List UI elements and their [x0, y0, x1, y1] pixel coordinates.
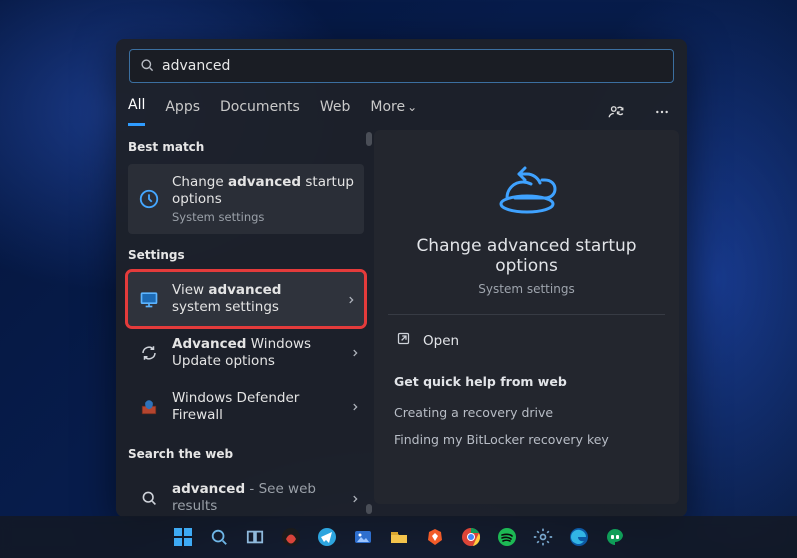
- chevron-right-icon: [350, 397, 360, 416]
- result-title: Change advanced startup options System s…: [172, 174, 356, 224]
- taskbar-telegram-icon[interactable]: [313, 523, 341, 551]
- sync-icon: [138, 342, 160, 364]
- result-windows-defender-firewall[interactable]: Windows Defender Firewall: [128, 380, 368, 434]
- firewall-icon: [138, 396, 160, 418]
- chevron-right-icon: [350, 489, 360, 508]
- chevron-right-icon: [346, 290, 356, 309]
- result-title: Advanced Windows Update options: [172, 336, 338, 370]
- taskbar-hangouts-icon[interactable]: [601, 523, 629, 551]
- taskbar-search-icon[interactable]: [205, 523, 233, 551]
- taskbar: [0, 516, 797, 558]
- taskbar-settings-icon[interactable]: [529, 523, 557, 551]
- open-icon: [396, 331, 411, 350]
- result-title: Windows Defender Firewall: [172, 390, 338, 424]
- taskbar-photos-icon[interactable]: [349, 523, 377, 551]
- tab-documents[interactable]: Documents: [220, 99, 300, 125]
- search-icon: [138, 487, 160, 509]
- search-input[interactable]: [162, 58, 663, 74]
- divider: [388, 314, 665, 315]
- taskbar-app-1-icon[interactable]: [277, 523, 305, 551]
- open-label: Open: [423, 333, 459, 349]
- tab-apps[interactable]: Apps: [165, 99, 200, 125]
- details-subtitle: System settings: [394, 282, 659, 296]
- scrollbar[interactable]: [366, 130, 372, 516]
- tab-web[interactable]: Web: [320, 99, 351, 125]
- details-hero-icon: [394, 162, 659, 218]
- result-advanced-windows-update[interactable]: Advanced Windows Update options: [128, 326, 368, 380]
- section-best-match: Best match: [128, 140, 368, 154]
- result-title: View advanced system settings: [172, 282, 334, 316]
- help-link-bitlocker[interactable]: Finding my BitLocker recovery key: [394, 426, 659, 453]
- details-pane: Change advanced startup options System s…: [374, 130, 679, 504]
- section-settings: Settings: [128, 248, 368, 262]
- search-icon: [140, 57, 154, 76]
- help-link-recovery-drive[interactable]: Creating a recovery drive: [394, 399, 659, 426]
- results-column: Best match Change advanced startup optio…: [116, 126, 368, 512]
- startup-options-icon: [138, 188, 160, 210]
- result-web-search[interactable]: advanced - See web results: [128, 471, 368, 517]
- tab-all[interactable]: All: [128, 97, 145, 126]
- chevron-right-icon: [350, 343, 360, 362]
- result-best-match[interactable]: Change advanced startup options System s…: [128, 164, 364, 234]
- taskbar-chrome-icon[interactable]: [457, 523, 485, 551]
- taskbar-spotify-icon[interactable]: [493, 523, 521, 551]
- taskbar-edge-icon[interactable]: [565, 523, 593, 551]
- more-options-icon[interactable]: [649, 99, 675, 125]
- details-title: Change advanced startup options: [394, 236, 659, 276]
- start-search-panel: All Apps Documents Web More Best match: [116, 39, 687, 517]
- task-view-icon[interactable]: [241, 523, 269, 551]
- start-button[interactable]: [169, 523, 197, 551]
- result-view-advanced-system-settings[interactable]: View advanced system settings: [128, 272, 364, 326]
- account-sync-icon[interactable]: [603, 99, 629, 125]
- result-title: advanced - See web results: [172, 481, 338, 515]
- search-box[interactable]: [129, 49, 674, 83]
- search-tabs: All Apps Documents Web More: [116, 83, 687, 126]
- section-search-web: Search the web: [128, 447, 368, 461]
- taskbar-explorer-icon[interactable]: [385, 523, 413, 551]
- open-action[interactable]: Open: [394, 321, 659, 360]
- monitor-icon: [138, 288, 160, 310]
- taskbar-brave-icon[interactable]: [421, 523, 449, 551]
- tab-more[interactable]: More: [370, 99, 417, 125]
- help-header: Get quick help from web: [394, 374, 659, 389]
